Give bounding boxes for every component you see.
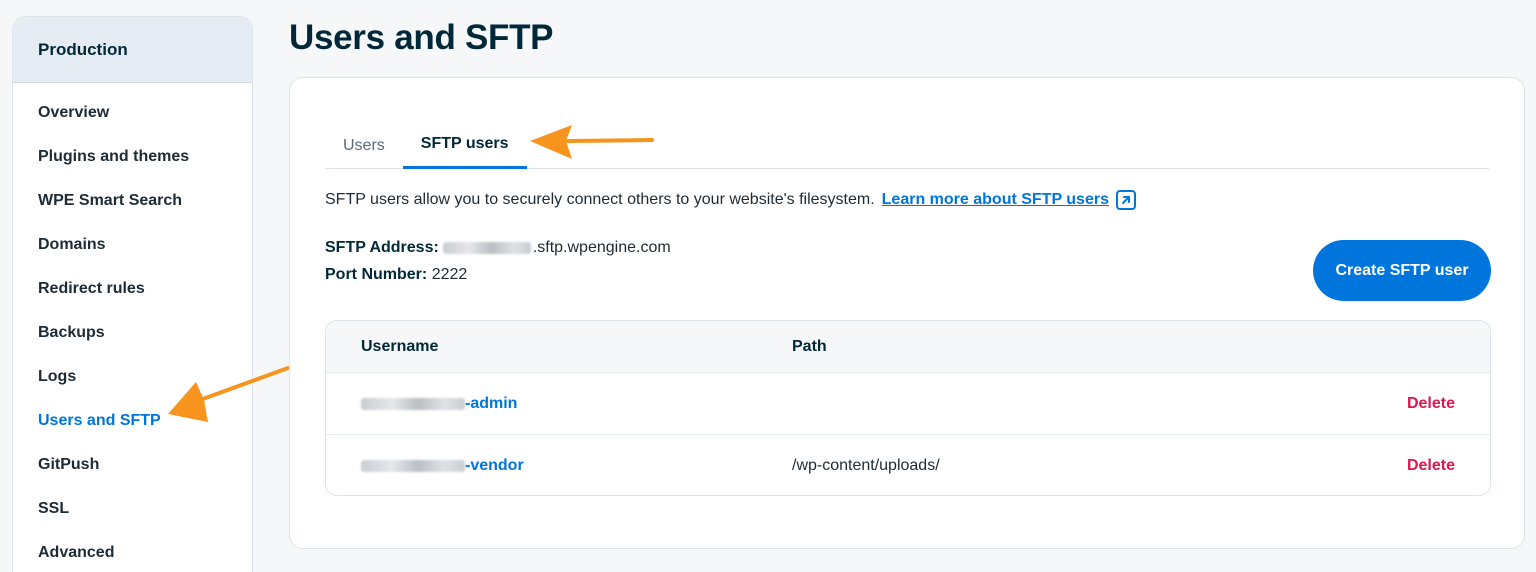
sftp-connection-info: SFTP Address: .sftp.wpengine.com Port Num… — [325, 234, 671, 288]
sftp-address-row: SFTP Address: .sftp.wpengine.com — [325, 234, 671, 261]
tab-sftp-users[interactable]: SFTP users — [402, 122, 527, 169]
external-link-icon[interactable] — [1115, 190, 1136, 210]
sidebar-item-logs[interactable]: Logs — [13, 355, 252, 399]
sidebar-item-backups[interactable]: Backups — [13, 311, 252, 355]
delete-button[interactable]: Delete — [1407, 457, 1455, 474]
port-number-row: Port Number: 2222 — [325, 261, 671, 288]
sidebar-nav: Overview Plugins and themes WPE Smart Se… — [13, 83, 252, 572]
redacted-hostname — [442, 241, 531, 254]
delete-button[interactable]: Delete — [1407, 395, 1455, 412]
table-header: Username Path — [326, 321, 1490, 373]
sftp-users-table: Username Path -admin Delete -vendor /wp-… — [325, 320, 1491, 496]
sftp-card: Users SFTP users SFTP users allow you to… — [289, 77, 1525, 549]
sidebar-item-redirect-rules[interactable]: Redirect rules — [13, 267, 252, 311]
sftp-address-value: .sftp.wpengine.com — [532, 239, 671, 256]
sidebar-item-wpe-smart-search[interactable]: WPE Smart Search — [13, 179, 252, 223]
path-cell: /wp-content/uploads/ — [792, 457, 940, 474]
create-sftp-user-button[interactable]: Create SFTP user — [1313, 240, 1491, 301]
column-header-path: Path — [792, 337, 827, 355]
action-cell: Delete — [1370, 457, 1490, 475]
username-suffix: -admin — [465, 394, 518, 412]
description-text: SFTP users allow you to securely connect… — [325, 191, 875, 208]
learn-more-link[interactable]: Learn more about SFTP users — [882, 191, 1109, 209]
username-suffix: -vendor — [465, 457, 524, 474]
redacted-username — [361, 460, 465, 472]
sftp-address-label: SFTP Address: — [325, 239, 439, 256]
sidebar-item-overview[interactable]: Overview — [13, 91, 252, 135]
tab-bar: Users SFTP users — [325, 122, 1489, 169]
table-row: -vendor /wp-content/uploads/ Delete — [326, 435, 1490, 495]
tab-users[interactable]: Users — [325, 122, 403, 169]
sidebar-item-gitpush[interactable]: GitPush — [13, 443, 252, 487]
sidebar-item-advanced[interactable]: Advanced — [13, 531, 252, 572]
sidebar-item-plugins-and-themes[interactable]: Plugins and themes — [13, 135, 252, 179]
environment-sidebar: Production Overview Plugins and themes W… — [12, 16, 253, 572]
action-cell: Delete — [1370, 395, 1490, 413]
sidebar-item-users-and-sftp[interactable]: Users and SFTP — [13, 399, 252, 443]
port-number-value: 2222 — [431, 266, 468, 283]
sidebar-item-domains[interactable]: Domains — [13, 223, 252, 267]
sidebar-item-ssl[interactable]: SSL — [13, 487, 252, 531]
username-cell: -vendor — [326, 457, 792, 475]
username-cell: -admin — [326, 395, 792, 413]
table-row: -admin Delete — [326, 373, 1490, 435]
port-number-label: Port Number: — [325, 266, 428, 283]
redacted-username — [361, 397, 465, 410]
sftp-description: SFTP users allow you to securely connect… — [325, 190, 1136, 210]
username-link[interactable]: -vendor — [361, 457, 792, 475]
column-header-username: Username — [361, 337, 439, 355]
page-title: Users and SFTP — [289, 18, 554, 57]
sidebar-header: Production — [13, 17, 252, 83]
username-link[interactable]: -admin — [361, 395, 792, 413]
